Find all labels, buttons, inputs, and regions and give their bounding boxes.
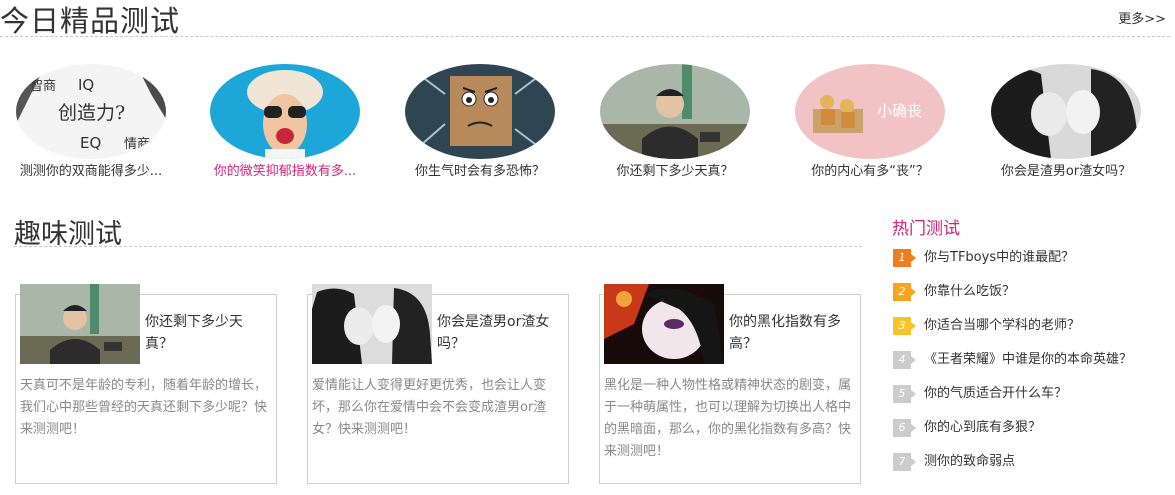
hot-item-text[interactable]: 你靠什么吃饭？ <box>924 282 1015 302</box>
image-text-eq-cn: 情商 <box>124 137 150 152</box>
card-title[interactable]: 你会是渣男or渣女吗？ <box>437 311 555 355</box>
hot-item-5[interactable]: 5 你的气质适合开什么车？ <box>892 384 1162 418</box>
hot-item-text[interactable]: 你的气质适合开什么车？ <box>924 384 1067 404</box>
rank-badge: 2 <box>893 283 916 301</box>
hot-item-text[interactable]: 你与TFboys中的谁最配？ <box>924 248 1074 268</box>
angry-box-image <box>405 64 555 159</box>
page-title: 今日精品测试 <box>0 4 181 38</box>
hot-item-2[interactable]: 2 你靠什么吃饭？ <box>892 282 1162 316</box>
image-text-eq: EQ <box>80 134 101 152</box>
fun-card-3[interactable]: 你的黑化指数有多高？ 黑化是一种人物性格或精神状态的剧变，属于一种萌属性，也可以… <box>599 284 861 484</box>
image-text-creativity: 创造力? <box>58 102 125 124</box>
featured-item-2[interactable]: 你的微笑抑郁指数有多... <box>205 62 365 179</box>
featured-item-1[interactable]: 智商 IQ 创造力? EQ 情商 测测你的双商能得多少... <box>11 62 171 179</box>
leader-photo-image <box>600 64 750 159</box>
hot-item-text[interactable]: 《王者荣耀》中谁是你的本命英雄？ <box>924 350 1132 370</box>
dark-anime-image <box>604 284 724 364</box>
smiling-woman-image <box>210 64 360 159</box>
more-link[interactable]: 更多>> <box>1118 8 1166 27</box>
card-title[interactable]: 你还剩下多少天真？ <box>145 311 263 355</box>
header: 今日精品测试 更多>> <box>0 0 1170 38</box>
card-description: 黑化是一种人物性格或精神状态的剧变，属于一种萌属性，也可以理解为切换出人格中的黑… <box>604 378 852 459</box>
featured-item-3[interactable]: 你生气时会有多恐怖？ <box>400 62 560 179</box>
featured-title[interactable]: 你的微笑抑郁指数有多... <box>205 160 365 179</box>
hot-item-7[interactable]: 7 测你的致命弱点 <box>892 452 1162 486</box>
rank-badge: 3 <box>893 317 916 335</box>
card-title[interactable]: 你的黑化指数有多高？ <box>729 311 847 355</box>
featured-item-4[interactable]: 你还剩下多少天真？ <box>595 62 755 179</box>
fun-section-header: 趣味测试 <box>14 210 862 250</box>
image-text-xiaoquesang: 小确丧 <box>877 102 922 120</box>
card-description: 爱情能让人变得更好更优秀，也会让人变坏，那么你在爱情中会不会变成渣男or渣女？快… <box>312 378 547 437</box>
hot-item-1[interactable]: 1 你与TFboys中的谁最配？ <box>892 248 1162 282</box>
featured-title[interactable]: 你生气时会有多恐怖？ <box>400 160 560 179</box>
featured-item-5[interactable]: 小确丧 你的内心有多“丧”？ <box>790 62 950 179</box>
hot-item-6[interactable]: 6 你的心到底有多狠？ <box>892 418 1162 452</box>
hot-item-4[interactable]: 4 《王者荣耀》中谁是你的本命英雄？ <box>892 350 1162 384</box>
leader-photo-image <box>20 284 140 364</box>
rank-badge: 5 <box>893 385 916 403</box>
hot-tests-list: 1 你与TFboys中的谁最配？ 2 你靠什么吃饭？ 3 你适合当哪个学科的老师… <box>892 248 1162 486</box>
fun-card-1[interactable]: 你还剩下多少天真？ 天真可不是年龄的专利，随着年龄的增长，我们心中那些曾经的天真… <box>15 284 277 484</box>
featured-title[interactable]: 你会是渣男or渣女吗？ <box>986 160 1146 179</box>
hot-item-text[interactable]: 你的心到底有多狠？ <box>924 418 1041 438</box>
hot-tests-title: 热门测试 <box>892 219 960 239</box>
image-text-iq-cn: 智商 <box>30 79 56 94</box>
rank-badge: 6 <box>893 419 916 437</box>
featured-title[interactable]: 你的内心有多“丧”？ <box>790 160 950 179</box>
featured-title[interactable]: 测测你的双商能得多少... <box>11 160 171 179</box>
rank-badge: 1 <box>893 249 916 267</box>
image-text-iq: IQ <box>78 76 94 94</box>
featured-tests: 智商 IQ 创造力? EQ 情商 测测你的双商能得多少... 你的微笑抑郁指数有… <box>0 62 1175 182</box>
hot-tests: 热门测试 1 你与TFboys中的谁最配？ 2 你靠什么吃饭？ 3 你适合当哪个… <box>892 214 1162 471</box>
lazy-cartoon-image: 小确丧 <box>795 64 945 159</box>
hot-item-text[interactable]: 测你的致命弱点 <box>924 452 1015 472</box>
hot-item-text[interactable]: 你适合当哪个学科的老师？ <box>924 316 1080 336</box>
iq-eq-words-image: 智商 IQ 创造力? EQ 情商 <box>16 64 166 159</box>
rank-badge: 7 <box>893 453 916 471</box>
rank-badge: 4 <box>893 351 916 369</box>
card-description: 天真可不是年龄的专利，随着年龄的增长，我们心中那些曾经的天真还剩下多少呢？快来测… <box>20 378 268 437</box>
hot-item-3[interactable]: 3 你适合当哪个学科的老师？ <box>892 316 1162 350</box>
fun-card-2[interactable]: 你会是渣男or渣女吗？ 爱情能让人变得更好更优秀，也会让人变坏，那么你在爱情中会… <box>307 284 569 484</box>
couple-kiss-image <box>991 64 1141 159</box>
featured-title[interactable]: 你还剩下多少天真？ <box>595 160 755 179</box>
featured-item-6[interactable]: 你会是渣男or渣女吗？ <box>986 62 1146 179</box>
couple-kiss-image <box>312 284 432 364</box>
fun-section-title: 趣味测试 <box>14 219 122 250</box>
